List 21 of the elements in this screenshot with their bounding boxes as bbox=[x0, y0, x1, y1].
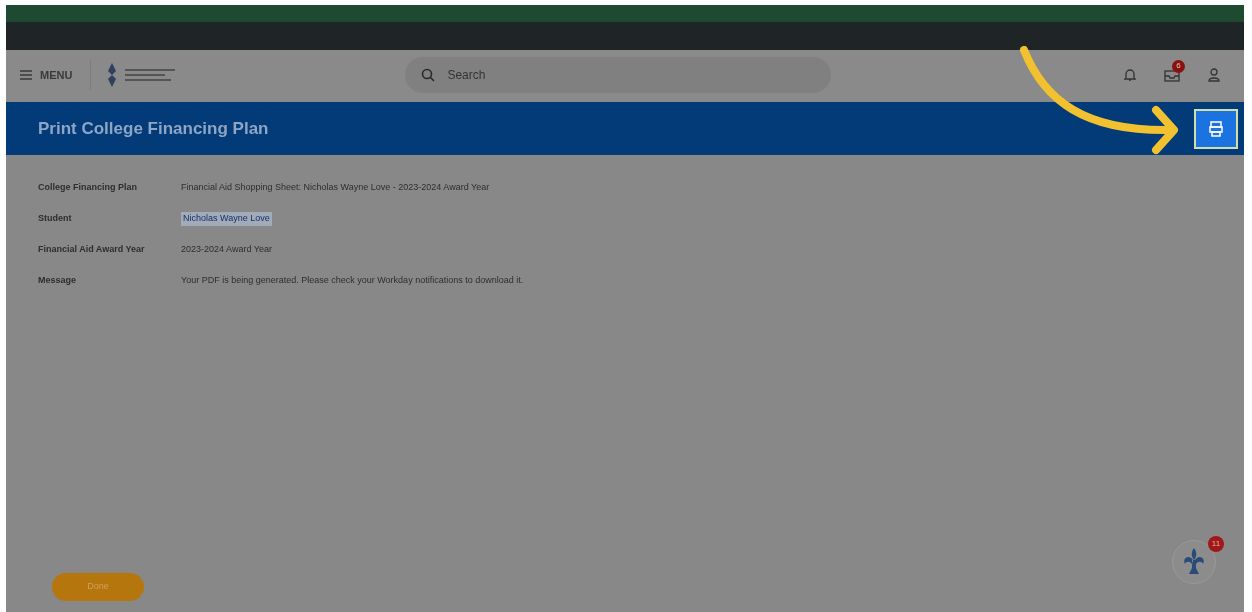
notification-badge: 6 bbox=[1172, 59, 1185, 73]
notification-badge: 11 bbox=[1208, 536, 1224, 552]
field-label: College Financing Plan bbox=[38, 181, 138, 195]
bell-icon[interactable] bbox=[1124, 68, 1136, 82]
user-icon[interactable] bbox=[1208, 68, 1220, 82]
search-field[interactable]: Search bbox=[405, 57, 832, 93]
field-label: Student bbox=[38, 212, 73, 226]
student-link[interactable]: Nicholas Wayne Love bbox=[181, 212, 272, 226]
field-value: Financial Aid Shopping Sheet: Nicholas Wayne Love - 2023-2024 Award Year bbox=[181, 181, 490, 195]
fleur-de-lis-icon bbox=[1182, 548, 1206, 576]
menu-icon bbox=[20, 70, 32, 80]
page-title: Print College Financing Plan bbox=[38, 117, 269, 140]
field-value: 2023-2024 Award Year bbox=[181, 243, 272, 257]
inbox-icon[interactable] bbox=[1164, 68, 1180, 82]
menu-button[interactable]: MENU bbox=[20, 66, 73, 84]
print-button[interactable] bbox=[1194, 108, 1238, 149]
search-icon bbox=[421, 68, 436, 82]
field-label: Financial Aid Award Year bbox=[38, 243, 146, 257]
field-label: Message bbox=[38, 274, 78, 288]
field-value: Your PDF is being generated. Please check your Workday notifications to download it. bbox=[181, 274, 524, 288]
printer-icon bbox=[1209, 120, 1223, 137]
